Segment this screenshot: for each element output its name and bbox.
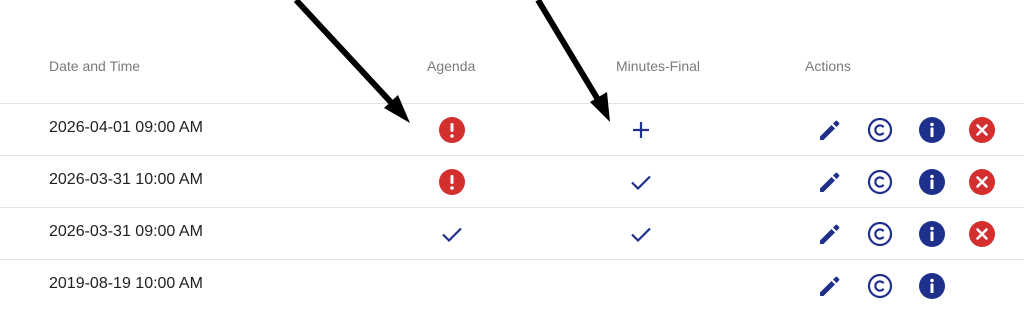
table-row: 2019-08-19 10:00 AM — [0, 260, 1024, 311]
date-time-cell: 2026-03-31 10:00 AM — [49, 171, 203, 188]
date-time-cell: 2026-04-01 09:00 AM — [49, 119, 203, 136]
copyright-icon[interactable] — [867, 221, 893, 247]
table-row: 2026-03-31 09:00 AM — [0, 208, 1024, 260]
edit-icon[interactable] — [817, 221, 843, 247]
meetings-table: Date and Time Agenda Minutes-Final Actio… — [0, 0, 1024, 310]
info-icon[interactable] — [919, 169, 945, 195]
alert-icon[interactable] — [439, 169, 465, 195]
edit-icon[interactable] — [817, 273, 843, 299]
delete-icon[interactable] — [969, 169, 995, 195]
check-icon[interactable] — [628, 169, 654, 195]
date-time-cell: 2026-03-31 09:00 AM — [49, 223, 203, 240]
column-header-actions: Actions — [805, 58, 851, 74]
alert-icon[interactable] — [439, 117, 465, 143]
delete-icon[interactable] — [969, 117, 995, 143]
check-icon[interactable] — [628, 221, 654, 247]
check-icon[interactable] — [439, 221, 465, 247]
info-icon[interactable] — [919, 221, 945, 247]
delete-icon[interactable] — [969, 221, 995, 247]
plus-icon[interactable] — [628, 117, 654, 143]
info-icon[interactable] — [919, 117, 945, 143]
column-header-date[interactable]: Date and Time — [49, 58, 140, 74]
copyright-icon[interactable] — [867, 169, 893, 195]
edit-icon[interactable] — [817, 169, 843, 195]
column-header-agenda[interactable]: Agenda — [427, 58, 475, 74]
table-row: 2026-03-31 10:00 AM — [0, 156, 1024, 208]
copyright-icon[interactable] — [867, 117, 893, 143]
table-row: 2026-04-01 09:00 AM — [0, 104, 1024, 156]
column-header-minutes[interactable]: Minutes-Final — [616, 58, 700, 74]
copyright-icon[interactable] — [867, 273, 893, 299]
edit-icon[interactable] — [817, 117, 843, 143]
table-header: Date and Time Agenda Minutes-Final Actio… — [0, 0, 1024, 104]
info-icon[interactable] — [919, 273, 945, 299]
date-time-cell: 2019-08-19 10:00 AM — [49, 275, 203, 292]
